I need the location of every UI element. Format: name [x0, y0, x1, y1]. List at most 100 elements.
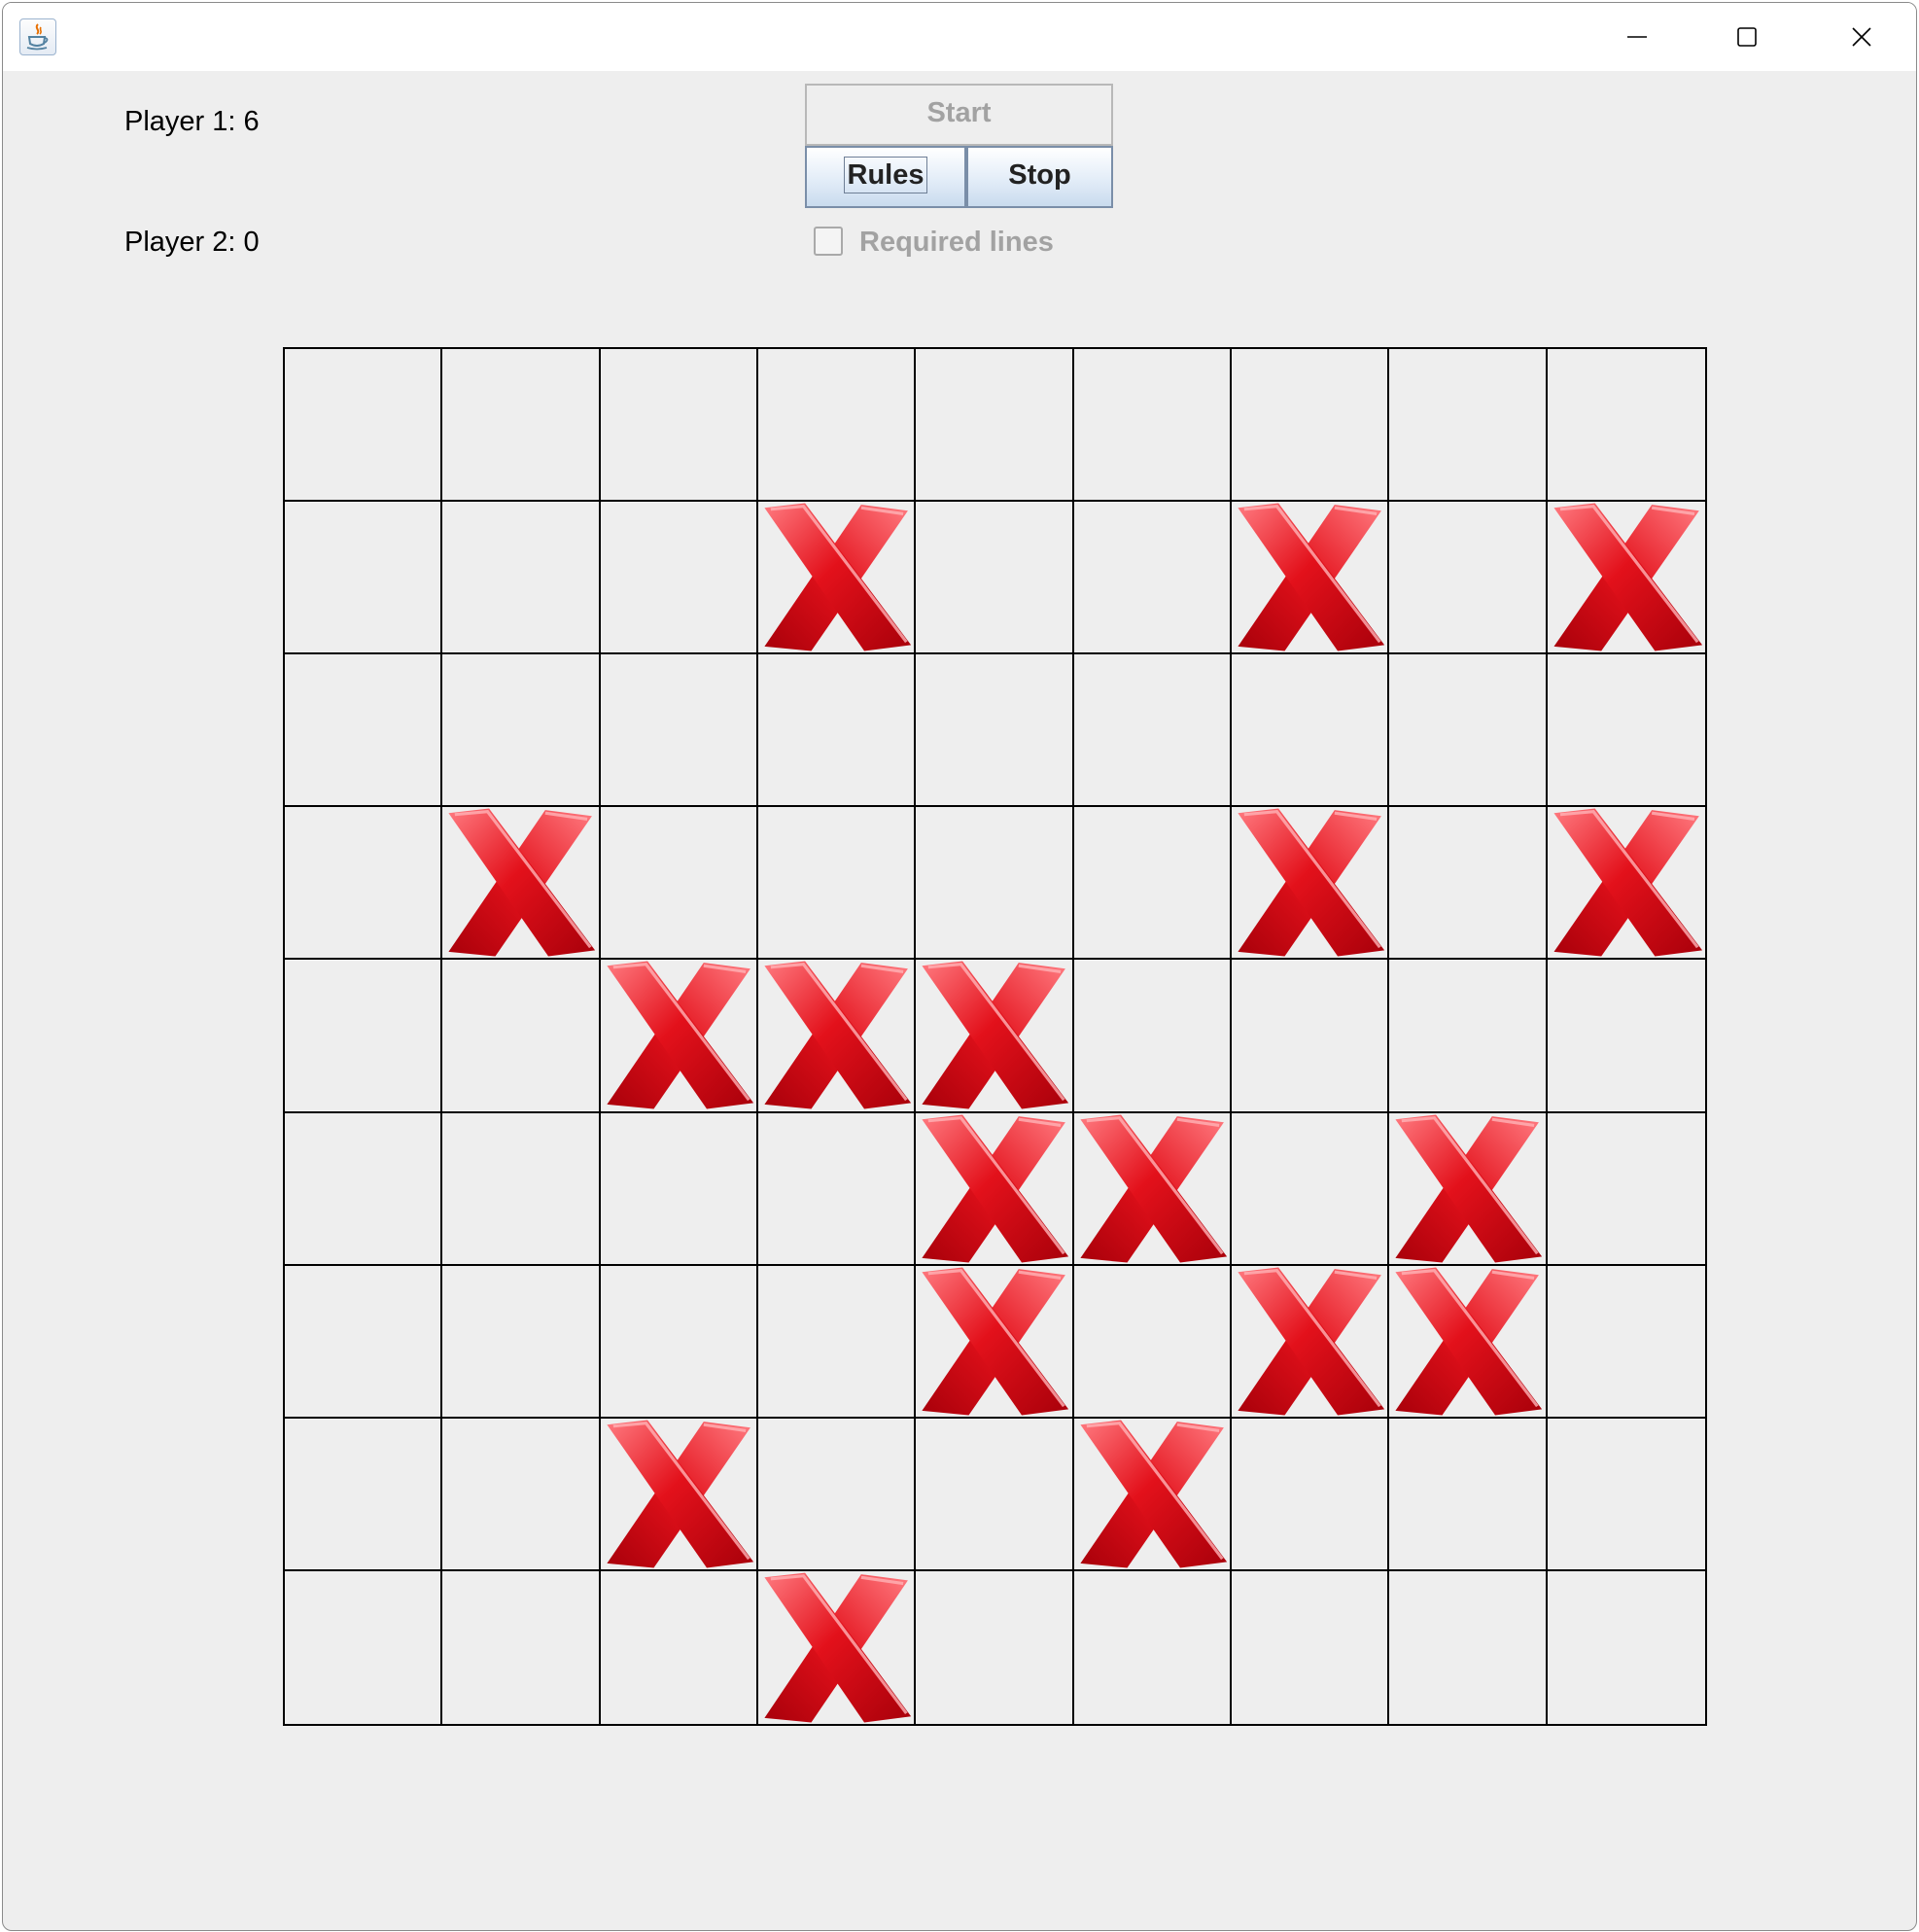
- board-cell[interactable]: [1547, 349, 1705, 503]
- board-cell[interactable]: [285, 807, 443, 961]
- board-cell[interactable]: [1231, 349, 1390, 503]
- board-cell[interactable]: [916, 807, 1074, 961]
- board-cell[interactable]: [1073, 654, 1232, 808]
- x-mark-icon: [1238, 503, 1385, 651]
- board-cell[interactable]: [1073, 807, 1232, 961]
- board-cell[interactable]: [1389, 502, 1548, 655]
- game-board: [283, 347, 1707, 1726]
- minimize-button[interactable]: [1583, 3, 1692, 71]
- board-cell[interactable]: [600, 654, 758, 808]
- board-cell[interactable]: [600, 807, 758, 961]
- board-cell[interactable]: [442, 349, 601, 503]
- board-cell[interactable]: [1389, 1418, 1548, 1571]
- board-cell[interactable]: [916, 1265, 1074, 1419]
- board-cell[interactable]: [285, 654, 443, 808]
- x-mark-icon: [922, 1114, 1069, 1263]
- board-cell[interactable]: [757, 502, 917, 655]
- board-cell[interactable]: [1389, 1265, 1548, 1419]
- board-cell[interactable]: [1073, 349, 1232, 503]
- board-cell[interactable]: [600, 1112, 758, 1266]
- board-cell[interactable]: [1073, 960, 1232, 1113]
- board-cell[interactable]: [757, 807, 917, 961]
- close-icon: [1852, 27, 1871, 47]
- board-cell[interactable]: [1073, 1570, 1232, 1724]
- board-cell[interactable]: [442, 1265, 601, 1419]
- board-cell[interactable]: [600, 960, 758, 1113]
- x-mark-icon: [764, 1572, 912, 1723]
- board-cell[interactable]: [285, 502, 443, 655]
- board-cell[interactable]: [1547, 654, 1705, 808]
- board-cell[interactable]: [442, 1570, 601, 1724]
- board-cell[interactable]: [442, 1112, 601, 1266]
- board-cell[interactable]: [757, 1570, 917, 1724]
- board-cell[interactable]: [1547, 1418, 1705, 1571]
- board-cell[interactable]: [1231, 1570, 1390, 1724]
- start-button[interactable]: Start: [805, 84, 1113, 146]
- board-cell[interactable]: [1547, 502, 1705, 655]
- board-cell[interactable]: [1231, 654, 1390, 808]
- board-cell[interactable]: [916, 349, 1074, 503]
- board-cell[interactable]: [285, 1418, 443, 1571]
- board-cell[interactable]: [1547, 807, 1705, 961]
- maximize-button[interactable]: [1692, 3, 1801, 71]
- board-cell[interactable]: [1231, 1265, 1390, 1419]
- board-cell[interactable]: [1547, 1265, 1705, 1419]
- board-cell[interactable]: [442, 960, 601, 1113]
- board-cell[interactable]: [916, 960, 1074, 1113]
- board-cell[interactable]: [1231, 502, 1390, 655]
- board-cell[interactable]: [285, 1112, 443, 1266]
- x-mark-icon: [922, 1267, 1069, 1416]
- board-cell[interactable]: [916, 654, 1074, 808]
- required-lines-label: Required lines: [859, 227, 1054, 258]
- board-cell[interactable]: [285, 349, 443, 503]
- board-cell[interactable]: [600, 1570, 758, 1724]
- board-cell[interactable]: [600, 502, 758, 655]
- rules-button[interactable]: Rules: [805, 146, 966, 208]
- board-cell[interactable]: [1231, 807, 1390, 961]
- board-cell[interactable]: [757, 349, 917, 503]
- board-cell[interactable]: [1073, 1418, 1232, 1571]
- board-cell[interactable]: [916, 1112, 1074, 1266]
- board-cell[interactable]: [757, 960, 917, 1113]
- board-cell[interactable]: [285, 1570, 443, 1724]
- required-lines-checkbox-box[interactable]: [814, 227, 843, 256]
- board-cell[interactable]: [1547, 960, 1705, 1113]
- board-cell[interactable]: [916, 1570, 1074, 1724]
- board-cell[interactable]: [600, 1418, 758, 1571]
- board-cell[interactable]: [1073, 502, 1232, 655]
- board-cell[interactable]: [1231, 1418, 1390, 1571]
- board-cell[interactable]: [1389, 807, 1548, 961]
- board-cell[interactable]: [1389, 1112, 1548, 1266]
- board-cell[interactable]: [1389, 654, 1548, 808]
- board-cell[interactable]: [285, 960, 443, 1113]
- board-cell[interactable]: [1231, 1112, 1390, 1266]
- board-cell[interactable]: [600, 349, 758, 503]
- board-cell[interactable]: [442, 807, 601, 961]
- board-cell[interactable]: [757, 1418, 917, 1571]
- java-app-icon[interactable]: [19, 18, 56, 55]
- board-cell[interactable]: [285, 1265, 443, 1419]
- close-button[interactable]: [1807, 3, 1916, 71]
- board-cell[interactable]: [757, 654, 917, 808]
- board-cell[interactable]: [1389, 1570, 1548, 1724]
- board-cell[interactable]: [600, 1265, 758, 1419]
- board-cell[interactable]: [1073, 1265, 1232, 1419]
- board-cell[interactable]: [1389, 960, 1548, 1113]
- board-cell[interactable]: [1389, 349, 1548, 503]
- maximize-icon: [1737, 27, 1757, 47]
- board-cell[interactable]: [1547, 1570, 1705, 1724]
- start-button-label: Start: [926, 97, 992, 128]
- board-cell[interactable]: [442, 1418, 601, 1571]
- title-bar[interactable]: [3, 3, 1916, 71]
- board-cell[interactable]: [916, 1418, 1074, 1571]
- board-cell[interactable]: [1231, 960, 1390, 1113]
- board-cell[interactable]: [1073, 1112, 1232, 1266]
- board-cell[interactable]: [442, 654, 601, 808]
- x-mark-icon: [764, 503, 912, 651]
- board-cell[interactable]: [757, 1112, 917, 1266]
- board-cell[interactable]: [1547, 1112, 1705, 1266]
- board-cell[interactable]: [916, 502, 1074, 655]
- board-cell[interactable]: [442, 502, 601, 655]
- board-cell[interactable]: [757, 1265, 917, 1419]
- stop-button[interactable]: Stop: [966, 146, 1113, 208]
